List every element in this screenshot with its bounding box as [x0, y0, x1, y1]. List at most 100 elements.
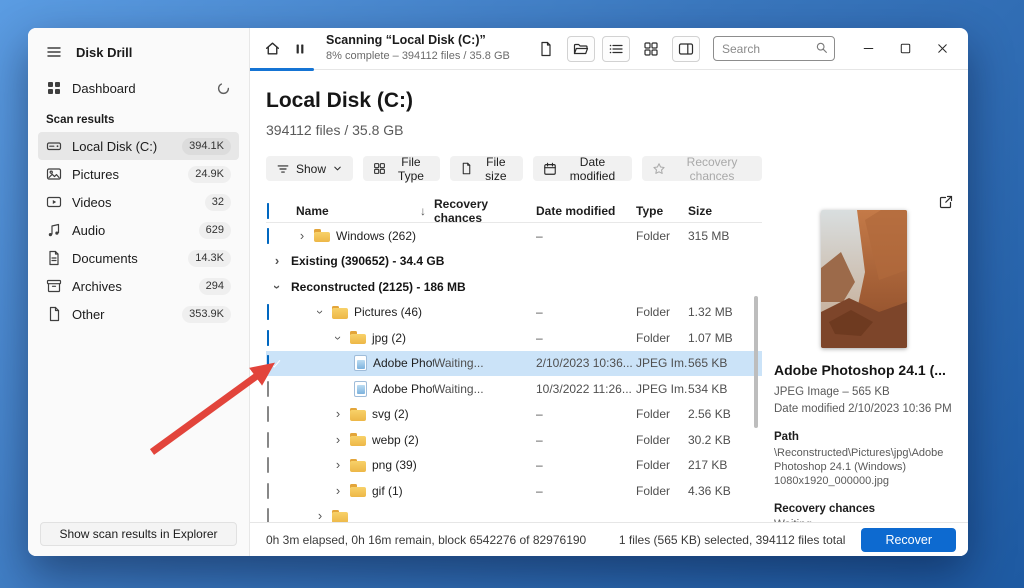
expand-chevron-icon[interactable]: ›: [332, 408, 344, 420]
group-row-reconstructed[interactable]: › Reconstructed (2125) - 186 MB: [266, 274, 762, 300]
column-type[interactable]: Type: [636, 204, 688, 218]
file-type-filter-button[interactable]: File Type: [363, 156, 440, 181]
column-size[interactable]: Size: [688, 204, 750, 218]
row-size: 30.2 KB: [688, 433, 750, 447]
sort-indicator[interactable]: ↓: [420, 204, 426, 218]
minimize-icon: [861, 41, 876, 56]
row-checkbox[interactable]: [267, 432, 269, 448]
row-checkbox[interactable]: [267, 381, 269, 397]
preview-thumbnail[interactable]: [821, 210, 907, 348]
column-recovery-chances[interactable]: Recovery chances: [434, 197, 536, 225]
column-date-modified[interactable]: Date modified: [536, 204, 636, 218]
group-row-existing[interactable]: › Existing (390652) - 34.4 GB: [266, 249, 762, 275]
recovery-chances-filter-button[interactable]: Recovery chances: [642, 156, 762, 181]
row-checkbox[interactable]: [267, 483, 269, 499]
row-name: Adobe Photosho...: [373, 356, 434, 370]
expand-chevron-icon[interactable]: ›: [296, 230, 308, 242]
filter-bar: Show File Type File size: [266, 156, 762, 181]
vertical-scrollbar[interactable]: [754, 296, 758, 428]
count-badge: 24.9K: [188, 166, 231, 183]
disk-drill-window: Disk Drill Dashboard Scan results Local …: [28, 28, 968, 556]
row-checkbox[interactable]: [267, 330, 269, 346]
scan-progress-bar: [250, 68, 314, 71]
recover-button[interactable]: Recover: [861, 528, 956, 552]
expand-chevron-icon[interactable]: ›: [314, 510, 326, 522]
show-filter-button[interactable]: Show: [266, 156, 353, 181]
row-checkbox[interactable]: [267, 228, 269, 244]
table-row[interactable]: › Pictures (46) – Folder 1.32 MB: [266, 300, 762, 326]
sidebar-item-label: Local Disk (C:): [72, 139, 157, 154]
table-row[interactable]: › gif (1) – Folder 4.36 KB: [266, 478, 762, 504]
column-name[interactable]: Name: [296, 204, 329, 218]
table-row[interactable]: › webp (2) – Folder 30.2 KB: [266, 427, 762, 453]
row-name: gif (1): [372, 484, 403, 498]
table-header: Name ↓ Recovery chances Date modified Ty…: [266, 197, 762, 223]
scan-results-list: Local Disk (C:) 394.1K Pictures 24.9K Vi…: [38, 132, 239, 328]
row-checkbox[interactable]: [267, 508, 269, 522]
date-modified-filter-button[interactable]: Date modified: [533, 156, 632, 181]
sidebar-item-audio[interactable]: Audio 629: [38, 216, 239, 244]
file-size-filter-button[interactable]: File size: [450, 156, 523, 181]
sidebar-item-videos[interactable]: Videos 32: [38, 188, 239, 216]
collapse-chevron-icon[interactable]: ›: [314, 306, 326, 318]
table-row[interactable]: › Windows (262) – Folder 315 MB: [266, 223, 762, 249]
row-type: JPEG Im...: [636, 382, 688, 396]
scan-status: Scanning “Local Disk (C:)” 8% complete –…: [326, 33, 510, 63]
preview-date-modified: Date modified 2/10/2023 10:36 PM: [774, 402, 954, 416]
expand-chevron-icon[interactable]: ›: [271, 255, 283, 267]
preview-panel-toggle-button[interactable]: [672, 36, 700, 62]
table-row[interactable]: › Adobe Photosho... Waiting... 10/3/2022…: [266, 376, 762, 402]
results-pane: Local Disk (C:) 394112 files / 35.8 GB S…: [250, 70, 762, 522]
expand-chevron-icon[interactable]: ›: [332, 459, 344, 471]
minimize-button[interactable]: [854, 35, 882, 63]
grid-view-button[interactable]: [637, 35, 665, 63]
file-size-filter-label: File size: [479, 155, 513, 183]
pause-button[interactable]: [286, 35, 314, 63]
audio-icon: [46, 222, 62, 238]
toolbar: Scanning “Local Disk (C:)” 8% complete –…: [250, 28, 968, 70]
row-size: 4.36 KB: [688, 484, 750, 498]
table-body: › Windows (262) – Folder 315 MB › Existi: [266, 223, 762, 522]
open-folder-button[interactable]: [567, 36, 595, 62]
home-button[interactable]: [258, 35, 286, 63]
sidebar-item-dashboard[interactable]: Dashboard: [38, 74, 239, 102]
scan-progress-text: 0h 3m elapsed, 0h 16m remain, block 6542…: [266, 533, 586, 547]
row-checkbox-checked[interactable]: [267, 355, 269, 371]
table-row[interactable]: › svg (2) – Folder 2.56 KB: [266, 402, 762, 428]
collapse-chevron-icon[interactable]: ›: [332, 332, 344, 344]
maximize-button[interactable]: [891, 35, 919, 63]
show-in-explorer-button[interactable]: Show scan results in Explorer: [40, 522, 237, 546]
main-area: Scanning “Local Disk (C:)” 8% complete –…: [250, 28, 968, 556]
row-name: jpg (2): [372, 331, 406, 345]
list-view-button[interactable]: [602, 36, 630, 62]
row-checkbox[interactable]: [267, 406, 269, 422]
scan-title: Scanning “Local Disk (C:)”: [326, 33, 510, 49]
row-checkbox[interactable]: [267, 304, 269, 320]
sidebar-item-other[interactable]: Other 353.9K: [38, 300, 239, 328]
sidebar-item-local-disk[interactable]: Local Disk (C:) 394.1K: [38, 132, 239, 160]
expand-chevron-icon[interactable]: ›: [332, 434, 344, 446]
sidebar-item-archives[interactable]: Archives 294: [38, 272, 239, 300]
expand-chevron-icon[interactable]: ›: [332, 485, 344, 497]
row-checkbox[interactable]: [267, 457, 269, 473]
sidebar-item-pictures[interactable]: Pictures 24.9K: [38, 160, 239, 188]
table-row-selected[interactable]: › Adobe Photosho... Waiting... 2/10/2023…: [266, 351, 762, 377]
table-row-partial[interactable]: ›: [266, 504, 762, 523]
row-type: Folder: [636, 484, 688, 498]
table-row[interactable]: › png (39) – Folder 217 KB: [266, 453, 762, 479]
row-type: Folder: [636, 407, 688, 421]
sidebar-item-documents[interactable]: Documents 14.3K: [38, 244, 239, 272]
table-row[interactable]: › jpg (2) – Folder 1.07 MB: [266, 325, 762, 351]
row-date: –: [536, 407, 636, 421]
menu-icon[interactable]: [46, 44, 62, 60]
list-view-icon: [608, 41, 624, 57]
new-session-button[interactable]: [532, 35, 560, 63]
pause-icon: [292, 41, 308, 57]
close-button[interactable]: [928, 35, 956, 63]
open-preview-button[interactable]: [938, 194, 954, 210]
folder-icon: [332, 510, 348, 522]
page-title: Local Disk (C:): [266, 88, 762, 114]
select-all-checkbox[interactable]: [267, 203, 269, 219]
panel-toggle-icon: [678, 41, 694, 57]
collapse-chevron-icon[interactable]: ›: [271, 281, 283, 293]
